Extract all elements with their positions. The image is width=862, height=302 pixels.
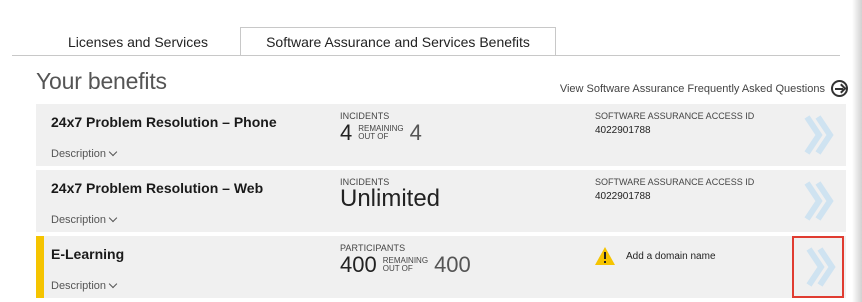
open-benefit-button[interactable] — [790, 170, 846, 232]
double-chevron-right-icon[interactable] — [804, 115, 834, 155]
faq-link-label[interactable]: View Software Assurance Frequently Asked… — [560, 83, 825, 95]
total-count: 4 — [409, 120, 422, 145]
access-id-label: SOFTWARE ASSURANCE ACCESS ID — [595, 177, 755, 187]
tab-divider — [12, 55, 840, 56]
remaining-out-of-label: REMAINING OUT OF — [358, 125, 403, 141]
description-toggle[interactable]: Description — [51, 213, 118, 226]
access-id-label: SOFTWARE ASSURANCE ACCESS ID — [595, 111, 755, 121]
tab-licenses-and-services[interactable]: Licenses and Services — [38, 28, 238, 56]
page-title: Your benefits — [36, 68, 167, 94]
description-label[interactable]: Description — [51, 148, 106, 160]
open-benefit-button-highlighted[interactable] — [792, 236, 844, 298]
access-id-value: 4022901788 — [595, 191, 651, 202]
remaining-count: 400 — [340, 252, 377, 277]
benefits-panel: Licenses and Services Software Assurance… — [0, 0, 862, 302]
metric-value: Unlimited — [340, 185, 441, 212]
arrow-circle-right-icon[interactable] — [831, 80, 848, 97]
remaining-count: 4 — [340, 120, 353, 145]
warning-icon — [595, 247, 615, 265]
metric-value: 4 REMAINING OUT OF 4 — [340, 122, 422, 144]
total-count: 400 — [434, 252, 471, 277]
chevron-down-icon[interactable] — [108, 213, 118, 223]
benefit-row-web: 24x7 Problem Resolution – Web Descriptio… — [36, 170, 846, 232]
double-chevron-right-icon[interactable] — [806, 247, 836, 287]
description-label[interactable]: Description — [51, 280, 106, 292]
domain-warning[interactable]: Add a domain name — [594, 246, 716, 266]
chevron-down-icon[interactable] — [108, 279, 118, 289]
access-id-value: 4022901788 — [595, 125, 651, 136]
benefit-row-elearning: E-Learning Description PARTICIPANTS 400 … — [36, 236, 846, 298]
remaining-out-of-label: REMAINING OUT OF — [383, 257, 428, 273]
description-label[interactable]: Description — [51, 214, 106, 226]
description-toggle[interactable]: Description — [51, 147, 118, 160]
benefit-row-phone: 24x7 Problem Resolution – Phone Descript… — [36, 104, 846, 166]
benefit-name: 24x7 Problem Resolution – Phone — [51, 114, 277, 130]
faq-link[interactable]: View Software Assurance Frequently Asked… — [560, 80, 848, 97]
chevron-down-icon[interactable] — [108, 147, 118, 157]
out-of-label: OUT OF — [382, 264, 413, 273]
benefit-name: 24x7 Problem Resolution – Web — [51, 180, 264, 196]
tab-software-assurance-benefits[interactable]: Software Assurance and Services Benefits — [240, 27, 556, 56]
out-of-label: OUT OF — [358, 132, 389, 141]
tab-bar: Licenses and Services Software Assurance… — [0, 0, 852, 56]
description-toggle[interactable]: Description — [51, 279, 118, 292]
attention-bar — [36, 236, 44, 298]
metric-value: 400 REMAINING OUT OF 400 — [340, 254, 471, 276]
unlimited-value: Unlimited — [340, 185, 441, 212]
benefit-name: E-Learning — [51, 246, 125, 262]
double-chevron-right-icon[interactable] — [804, 181, 834, 221]
open-benefit-button[interactable] — [790, 104, 846, 166]
warning-text[interactable]: Add a domain name — [626, 251, 716, 262]
